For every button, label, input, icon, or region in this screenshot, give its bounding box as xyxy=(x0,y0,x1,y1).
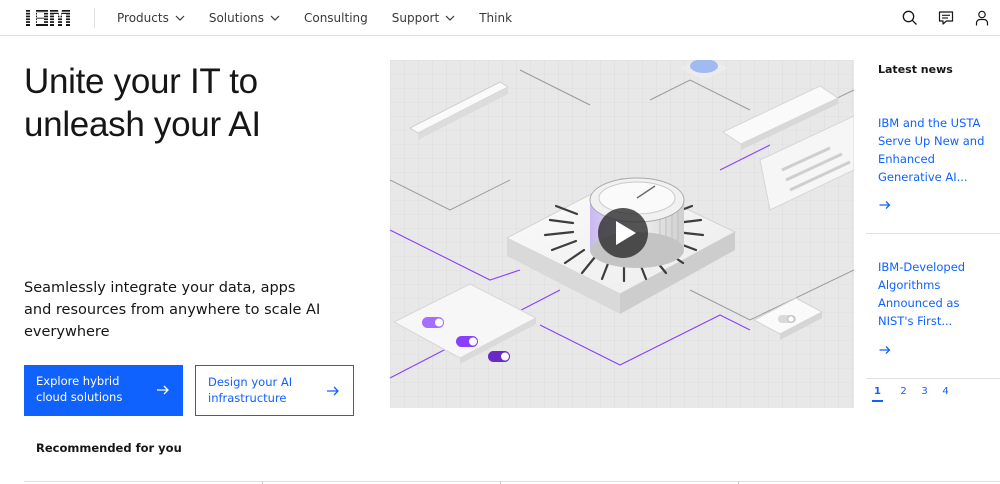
recommended-heading: Recommended for you xyxy=(36,441,182,455)
user-icon[interactable] xyxy=(973,9,991,27)
hero-subtitle: Seamlessly integrate your data, apps and… xyxy=(24,280,321,340)
explore-hybrid-cloud-label: Explore hybrid cloud solutions xyxy=(36,374,123,404)
nav-support[interactable]: Support xyxy=(380,0,467,36)
design-ai-infrastructure-button[interactable]: Design your AI infrastructure xyxy=(195,365,354,416)
hero-title: Unite your IT to unleash your AI xyxy=(24,62,261,144)
nav-think-label: Think xyxy=(479,11,513,25)
nav-support-label: Support xyxy=(391,11,440,25)
news-item-link[interactable]: IBM-Developed Algorithms Announced as NI… xyxy=(878,258,988,330)
ibm-logo[interactable] xyxy=(24,10,70,26)
arrow-right-icon[interactable] xyxy=(878,343,892,357)
arrow-right-icon xyxy=(157,385,169,395)
news-divider xyxy=(866,233,1000,234)
nav-products-label: Products xyxy=(117,11,169,25)
design-ai-infrastructure-label: Design your AI infrastructure xyxy=(208,375,293,405)
play-icon[interactable] xyxy=(598,208,648,258)
explore-hybrid-cloud-button[interactable]: Explore hybrid cloud solutions xyxy=(24,365,183,416)
chat-icon[interactable] xyxy=(937,9,955,27)
hero-video[interactable] xyxy=(390,60,854,408)
page-2-button[interactable]: 2 xyxy=(893,386,914,402)
news-pagination: 1 2 3 4 xyxy=(872,386,956,402)
chevron-down-icon xyxy=(445,15,455,21)
main-nav: Products Solutions Consulting Support Th… xyxy=(105,0,524,36)
chevron-down-icon xyxy=(270,15,280,21)
page-4-button[interactable]: 4 xyxy=(935,386,956,402)
nav-think[interactable]: Think xyxy=(467,0,524,36)
news-divider xyxy=(866,378,1000,379)
search-icon[interactable] xyxy=(901,9,919,27)
page-1-button[interactable]: 1 xyxy=(872,386,883,402)
news-item-link[interactable]: IBM and the USTA Serve Up New and Enhanc… xyxy=(878,114,988,186)
header-divider xyxy=(94,8,95,28)
latest-news-heading: Latest news xyxy=(878,63,953,76)
masthead: Products Solutions Consulting Support Th… xyxy=(0,0,1000,36)
nav-consulting-label: Consulting xyxy=(303,11,368,25)
nav-products[interactable]: Products xyxy=(105,0,197,36)
nav-consulting[interactable]: Consulting xyxy=(292,0,380,36)
arrow-right-icon[interactable] xyxy=(878,198,892,212)
chevron-down-icon xyxy=(175,15,185,21)
nav-solutions[interactable]: Solutions xyxy=(197,0,292,36)
recommended-divider xyxy=(24,481,1000,482)
page-3-button[interactable]: 3 xyxy=(914,386,935,402)
hero-illustration xyxy=(390,60,854,408)
arrow-right-icon xyxy=(327,386,339,396)
nav-solutions-label: Solutions xyxy=(208,11,264,25)
